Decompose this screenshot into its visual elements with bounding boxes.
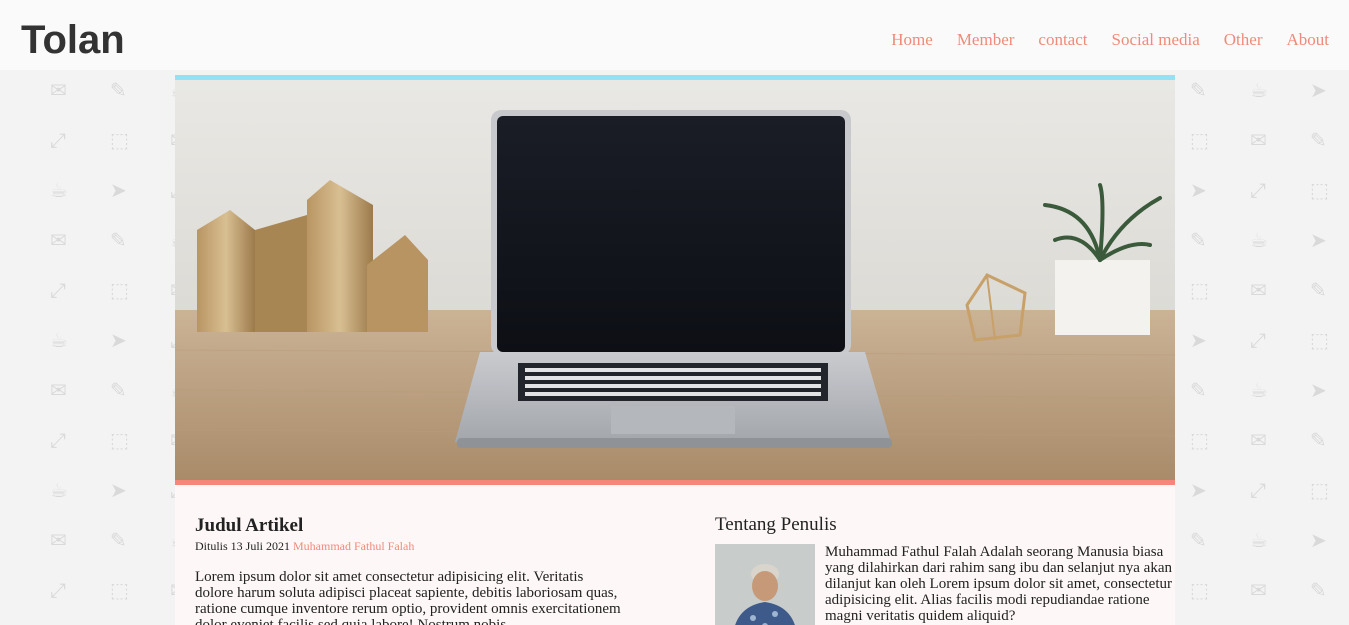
pattern-icon: ✎ bbox=[1310, 278, 1327, 302]
pattern-icon: ☕ bbox=[50, 328, 68, 352]
pattern-icon: ✉ bbox=[1250, 128, 1267, 152]
nav-contact[interactable]: contact bbox=[1038, 29, 1087, 51]
pattern-icon: ⬚ bbox=[1190, 278, 1209, 302]
laptop-desk-photo bbox=[175, 80, 1175, 480]
pattern-icon: ⬚ bbox=[1190, 428, 1209, 452]
main-nav: Home Member contact Social media Other A… bbox=[891, 29, 1329, 51]
article-title: Judul Artikel bbox=[195, 515, 304, 536]
pattern-icon: ⤢ bbox=[1250, 328, 1266, 352]
article-author-link[interactable]: Muhammad Fathul Falah bbox=[293, 539, 414, 553]
article-meta: Ditulis 13 Juli 2021 Muhammad Fathul Fal… bbox=[195, 538, 625, 554]
nav-social-media[interactable]: Social media bbox=[1112, 29, 1200, 51]
pattern-icon: ⤢ bbox=[50, 428, 66, 452]
pattern-icon: ☕ bbox=[1250, 78, 1268, 102]
pattern-icon: ➤ bbox=[1310, 228, 1327, 252]
pattern-icon: ⬚ bbox=[1310, 478, 1329, 502]
sidebar-title: Tentang Penulis bbox=[715, 514, 837, 535]
pattern-icon: ✎ bbox=[110, 528, 127, 552]
nav-home[interactable]: Home bbox=[891, 29, 933, 51]
author-bio: Muhammad Fathul Falah Adalah seorang Man… bbox=[825, 544, 1172, 624]
pattern-icon: ☕ bbox=[1250, 528, 1268, 552]
author-profile: Muhammad Fathul Falah Adalah seorang Man… bbox=[715, 544, 1175, 625]
author-photo bbox=[715, 544, 815, 625]
pattern-icon: ✉ bbox=[1250, 428, 1267, 452]
article-date: Ditulis 13 Juli 2021 bbox=[195, 539, 291, 553]
pattern-icon: ➤ bbox=[110, 328, 127, 352]
pattern-icon: ⬚ bbox=[1190, 128, 1209, 152]
pattern-icon: ☕ bbox=[1250, 228, 1268, 252]
nav-member[interactable]: Member bbox=[957, 29, 1015, 51]
pattern-icon: ✉ bbox=[50, 78, 67, 102]
pattern-icon: ✎ bbox=[1190, 378, 1207, 402]
site-header: Tolan Home Member contact Social media O… bbox=[0, 0, 1349, 70]
article: Judul Artikel Ditulis 13 Juli 2021 Muham… bbox=[195, 515, 625, 625]
pattern-icon: ➤ bbox=[110, 478, 127, 502]
about-author-sidebar: Tentang Penulis Muhammad Fathul Falah Ad… bbox=[715, 514, 1175, 625]
pattern-icon: ✉ bbox=[1250, 278, 1267, 302]
pattern-icon: ✉ bbox=[1250, 578, 1267, 602]
pattern-icon: ✎ bbox=[1190, 528, 1207, 552]
nav-other[interactable]: Other bbox=[1224, 29, 1263, 51]
hero-image bbox=[175, 75, 1175, 485]
pattern-icon: ✎ bbox=[1310, 578, 1327, 602]
pattern-icon: ⤢ bbox=[50, 278, 66, 302]
pattern-icon: ⤢ bbox=[50, 578, 66, 602]
pattern-icon: ✎ bbox=[110, 228, 127, 252]
pattern-icon: ✉ bbox=[50, 528, 67, 552]
pattern-icon: ⬚ bbox=[110, 128, 129, 152]
nav-about[interactable]: About bbox=[1287, 29, 1330, 51]
pattern-icon: ✎ bbox=[1190, 228, 1207, 252]
pattern-icon: ➤ bbox=[110, 178, 127, 202]
pattern-icon: ➤ bbox=[1310, 78, 1327, 102]
author-avatar bbox=[715, 544, 815, 625]
pattern-icon: ➤ bbox=[1310, 528, 1327, 552]
pattern-icon: ☕ bbox=[50, 478, 68, 502]
pattern-icon: ✎ bbox=[1190, 78, 1207, 102]
pattern-icon: ✎ bbox=[1310, 428, 1327, 452]
pattern-icon: ✉ bbox=[50, 378, 67, 402]
pattern-icon: ➤ bbox=[1190, 478, 1207, 502]
pattern-icon: ➤ bbox=[1190, 328, 1207, 352]
pattern-icon: ⬚ bbox=[1310, 178, 1329, 202]
site-logo[interactable]: Tolan bbox=[21, 15, 125, 65]
pattern-icon: ➤ bbox=[1190, 178, 1207, 202]
pattern-icon: ⤢ bbox=[1250, 478, 1266, 502]
pattern-icon: ☕ bbox=[50, 178, 68, 202]
pattern-icon: ✎ bbox=[110, 378, 127, 402]
pattern-icon: ⬚ bbox=[110, 278, 129, 302]
pattern-icon: ⤢ bbox=[50, 128, 66, 152]
pattern-icon: ⬚ bbox=[110, 428, 129, 452]
pattern-icon: ✎ bbox=[110, 78, 127, 102]
pattern-icon: ⤢ bbox=[1250, 178, 1266, 202]
article-body: Lorem ipsum dolor sit amet consectetur a… bbox=[195, 569, 621, 625]
pattern-icon: ✎ bbox=[1310, 128, 1327, 152]
pattern-icon: ⬚ bbox=[1190, 578, 1209, 602]
pattern-icon: ☕ bbox=[1250, 378, 1268, 402]
content-wrapper: Judul Artikel Ditulis 13 Juli 2021 Muham… bbox=[175, 75, 1175, 625]
pattern-icon: ⬚ bbox=[110, 578, 129, 602]
pattern-icon: ⬚ bbox=[1310, 328, 1329, 352]
pattern-icon: ✉ bbox=[50, 228, 67, 252]
pattern-icon: ➤ bbox=[1310, 378, 1327, 402]
